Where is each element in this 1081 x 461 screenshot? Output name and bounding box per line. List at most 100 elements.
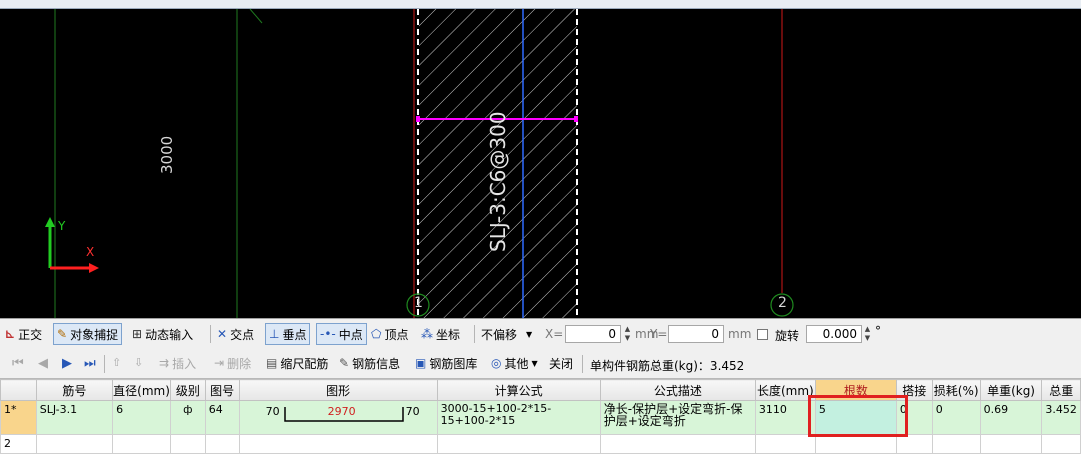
other-label: 其他: [504, 356, 529, 371]
header-total-weight[interactable]: 总重: [1041, 379, 1081, 401]
offset-mode-value: 不偏移: [481, 327, 518, 342]
rotate-input[interactable]: 0.000: [806, 325, 862, 343]
coordinate-button[interactable]: ⁂ 坐标: [418, 323, 463, 345]
close-button[interactable]: 关闭: [546, 352, 576, 374]
cell-shape-no[interactable]: [204, 434, 240, 454]
cell-description[interactable]: [599, 434, 756, 454]
header-length[interactable]: 长度(mm): [754, 379, 816, 401]
separator: [210, 325, 211, 343]
header-bar-no[interactable]: 筋号: [35, 379, 114, 401]
offset-mode-select[interactable]: 不偏移 ▼: [478, 323, 535, 345]
rebar-grid: 筋号 直径(mm) 级别 图号 图形 计算公式 公式描述 长度(mm) 根数 搭…: [0, 379, 1081, 454]
object-snap-label: 对象捕捉: [70, 327, 119, 342]
delete-button[interactable]: ⇥ 删除: [211, 352, 254, 374]
perpendicular-button[interactable]: ⊥ 垂点: [265, 323, 311, 345]
cell-unit-weight[interactable]: 0.69: [979, 400, 1043, 435]
insert-button[interactable]: ⇉ 插入: [156, 352, 199, 374]
vertex-button[interactable]: ⬠ 顶点: [368, 323, 411, 345]
header-description[interactable]: 公式描述: [599, 379, 756, 401]
rebar-info-button[interactable]: ✎ 钢筋信息: [336, 352, 403, 374]
cell-formula[interactable]: [436, 434, 601, 454]
coordinate-label: 坐标: [436, 327, 461, 342]
move-up-icon[interactable]: ⇧: [112, 356, 121, 369]
move-down-icon[interactable]: ⇩: [134, 356, 143, 369]
header-loss[interactable]: 损耗(%): [931, 379, 981, 401]
dynamic-input-button[interactable]: ⊞ 动态输入: [129, 323, 196, 345]
rebar-shape: 70 2970 70: [240, 402, 436, 428]
cell-unit-weight[interactable]: [979, 434, 1043, 454]
cell-count[interactable]: [814, 434, 897, 454]
cell-grade[interactable]: ф: [169, 400, 206, 435]
scale-rebar-button[interactable]: ▤ 缩尺配筋: [263, 352, 331, 374]
y-label: Y=: [650, 327, 668, 341]
separator: [582, 355, 583, 373]
perpendicular-icon: ⊥: [269, 327, 280, 341]
rebar-library-icon: ▣: [415, 356, 427, 370]
rebar-info-label: 钢筋信息: [352, 356, 401, 371]
cell-diameter[interactable]: 6: [112, 400, 171, 435]
intersection-button[interactable]: ✕ 交点: [214, 323, 257, 345]
cell-total-weight[interactable]: 3.452: [1041, 400, 1081, 435]
row-index[interactable]: 2: [0, 434, 37, 454]
cell-shape-no[interactable]: 64: [204, 400, 240, 435]
cell-loss[interactable]: [931, 434, 981, 454]
header-shape[interactable]: 图形: [238, 379, 438, 401]
perpendicular-label: 垂点: [282, 327, 307, 342]
rotate-checkbox[interactable]: [757, 329, 768, 340]
rebar-info-icon: ✎: [339, 356, 350, 370]
y-input[interactable]: 0: [668, 325, 724, 343]
header-diameter[interactable]: 直径(mm): [112, 379, 171, 401]
vertex-label: 顶点: [384, 327, 409, 342]
top-toolbar-strip: [0, 0, 1081, 9]
cell-bar-no[interactable]: [35, 434, 114, 454]
close-label: 关闭: [549, 356, 574, 371]
cell-formula[interactable]: 3000-15+100-2*15-15+100-2*15: [436, 400, 601, 435]
scale-rebar-icon: ▤: [266, 356, 278, 370]
intersection-label: 交点: [230, 327, 255, 342]
rebar-toolbar: ⏮ ◀ ▶ ⏭ ⇧ ⇩ ⇉ 插入 ⇥ 删除 ▤ 缩尺配筋 ✎ 钢筋信息 ▣ 钢筋…: [0, 349, 1081, 379]
delete-label: 删除: [227, 356, 252, 371]
ortho-label: 正交: [18, 327, 43, 342]
shape-mid-value: 2970: [327, 405, 356, 418]
first-record-icon[interactable]: ⏮: [12, 356, 24, 371]
header-unit-weight[interactable]: 单重(kg): [979, 379, 1043, 401]
object-snap-button[interactable]: ✎ 对象捕捉: [53, 323, 123, 345]
next-record-icon[interactable]: ▶: [62, 356, 72, 371]
other-icon: ◎: [491, 356, 502, 370]
midpoint-button[interactable]: -•- 中点: [316, 323, 367, 345]
insert-label: 插入: [172, 356, 197, 371]
cell-length[interactable]: [754, 434, 816, 454]
row-index[interactable]: 1*: [0, 400, 37, 435]
scale-rebar-label: 缩尺配筋: [280, 356, 329, 371]
rotate-spinner[interactable]: ▲ ▼: [863, 325, 872, 343]
prev-record-icon[interactable]: ◀: [38, 356, 48, 371]
rebar-table: 筋号 直径(mm) 级别 图号 图形 计算公式 公式描述 长度(mm) 根数 搭…: [0, 379, 1081, 461]
other-menu-button[interactable]: ◎ 其他 ▼: [488, 352, 541, 374]
header-grade[interactable]: 级别: [169, 379, 206, 401]
dynamic-input-icon: ⊞: [132, 327, 143, 341]
cell-description[interactable]: 净长-保护层+设定弯折-保护层+设定弯折: [599, 400, 756, 435]
header-shape-no[interactable]: 图号: [204, 379, 240, 401]
rotate-label: 旋转: [775, 329, 800, 343]
cell-grade[interactable]: [169, 434, 206, 454]
ortho-button[interactable]: ⊾ 正交: [2, 323, 45, 345]
highlight-box: [808, 395, 908, 437]
midpoint-label: 中点: [338, 327, 363, 342]
cell-shape[interactable]: [238, 434, 438, 454]
cell-total-weight[interactable]: [1041, 434, 1081, 454]
cell-diameter[interactable]: [112, 434, 171, 454]
intersection-icon: ✕: [217, 327, 228, 341]
snap-toolbar: ⊾ 正交 ✎ 对象捕捉 ⊞ 动态输入 ✕ 交点 ⊥ 垂点 -•- 中点 ⬠ 顶点…: [0, 318, 1081, 350]
table-row[interactable]: 2: [0, 434, 1081, 454]
header-formula[interactable]: 计算公式: [436, 379, 601, 401]
cad-canvas[interactable]: Y X 3000 SLJ-3:C6@300 1 2: [0, 9, 1081, 318]
cell-length[interactable]: 3110: [754, 400, 816, 435]
rebar-library-button[interactable]: ▣ 钢筋图库: [412, 352, 480, 374]
cell-loss[interactable]: 0: [931, 400, 981, 435]
cell-shape[interactable]: 70 2970 70: [238, 400, 438, 435]
cell-lap[interactable]: [895, 434, 933, 454]
x-input[interactable]: 0: [565, 325, 621, 343]
last-record-icon[interactable]: ⏭: [84, 356, 96, 371]
cell-bar-no[interactable]: SLJ-3.1: [35, 400, 114, 435]
table-row[interactable]: 1* SLJ-3.1 6 ф 64 70 2970 70 3000-15+100…: [0, 400, 1081, 435]
